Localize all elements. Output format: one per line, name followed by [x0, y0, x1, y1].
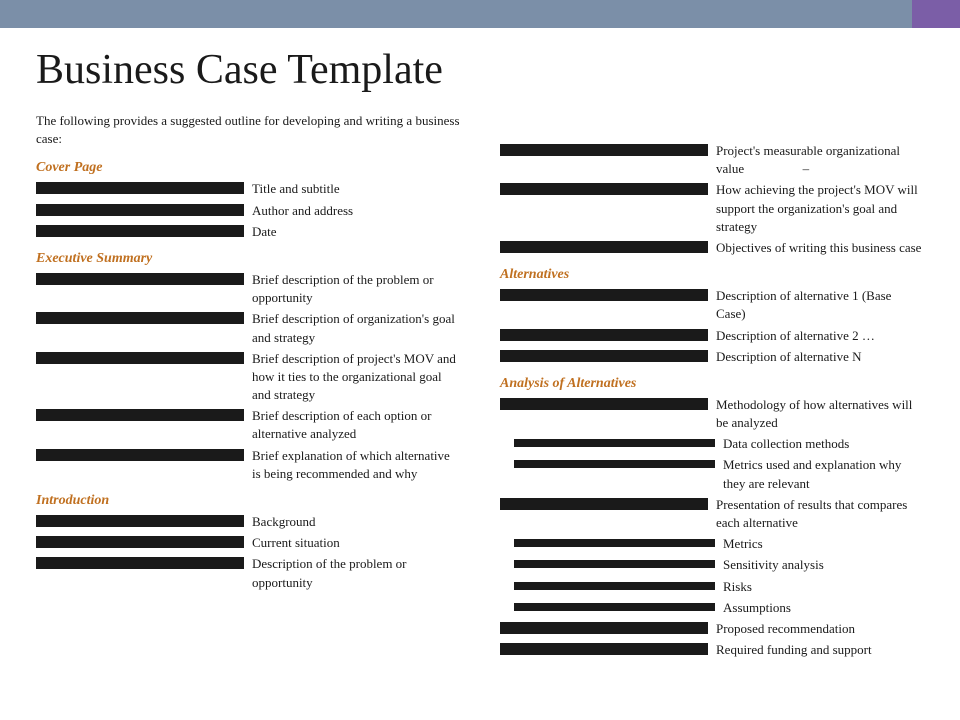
- section-introduction: Introduction Background Current situatio…: [36, 493, 460, 592]
- list-item: Brief description of the problem or oppo…: [36, 271, 460, 307]
- bullet-icon: [36, 352, 244, 364]
- cover-page-list: Title and subtitle Author and address Da…: [36, 180, 460, 241]
- bullet-icon: [500, 643, 708, 655]
- list-item: How achieving the project's MOV will sup…: [500, 181, 924, 236]
- bullet-icon-small: [514, 539, 715, 547]
- introduction-list: Background Current situation Description…: [36, 513, 460, 592]
- list-item: Description of alternative 1 (Base Case): [500, 287, 924, 323]
- heading-alternatives: Alternatives: [500, 267, 924, 283]
- bullet-icon: [36, 409, 244, 421]
- list-item: Proposed recommendation: [500, 620, 924, 638]
- top-bar: [0, 0, 960, 28]
- bullet-icon: [500, 622, 708, 634]
- bullet-icon: [36, 225, 244, 237]
- right-column: Project's measurable organizational valu…: [500, 112, 924, 667]
- bullet-icon: [500, 329, 708, 341]
- two-column-layout: The following provides a suggested outli…: [36, 112, 924, 667]
- bullet-icon: [500, 498, 708, 510]
- top-bar-accent: [912, 0, 960, 28]
- list-item: Brief explanation of which alternative i…: [36, 447, 460, 483]
- list-item-sub: Risks: [500, 578, 924, 596]
- list-item-sub: Sensitivity analysis: [500, 556, 924, 574]
- heading-executive-summary: Executive Summary: [36, 251, 460, 267]
- left-column: The following provides a suggested outli…: [36, 112, 460, 667]
- list-item: Brief description of each option or alte…: [36, 407, 460, 443]
- list-item: Required funding and support: [500, 641, 924, 659]
- heading-cover-page: Cover Page: [36, 160, 460, 176]
- section-mov: Project's measurable organizational valu…: [500, 142, 924, 257]
- list-item: Methodology of how alternatives will be …: [500, 396, 924, 432]
- bullet-icon: [36, 182, 244, 194]
- bullet-icon: [500, 289, 708, 301]
- alternatives-list: Description of alternative 1 (Base Case)…: [500, 287, 924, 366]
- list-item: Author and address: [36, 202, 460, 220]
- list-item: Title and subtitle: [36, 180, 460, 198]
- heading-analysis: Analysis of Alternatives: [500, 376, 924, 392]
- bullet-icon: [36, 449, 244, 461]
- list-item: Background: [36, 513, 460, 531]
- bullet-icon: [36, 204, 244, 216]
- bullet-icon: [36, 273, 244, 285]
- bullet-icon: [500, 398, 708, 410]
- list-item: Brief description of organization's goal…: [36, 310, 460, 346]
- bullet-icon: [500, 241, 708, 253]
- bullet-icon: [500, 350, 708, 362]
- bullet-icon-small: [514, 603, 715, 611]
- bullet-icon: [36, 515, 244, 527]
- bullet-icon: [500, 144, 708, 156]
- list-item-sub: Assumptions: [500, 599, 924, 617]
- executive-summary-list: Brief description of the problem or oppo…: [36, 271, 460, 483]
- list-item-sub: Metrics: [500, 535, 924, 553]
- bullet-icon-small: [514, 560, 715, 568]
- page-title: Business Case Template: [36, 46, 924, 94]
- list-item: Project's measurable organizational valu…: [500, 142, 924, 178]
- bullet-icon: [36, 536, 244, 548]
- list-item: Brief description of project's MOV and h…: [36, 350, 460, 405]
- intro-text: The following provides a suggested outli…: [36, 112, 460, 148]
- list-item: Objectives of writing this business case: [500, 239, 924, 257]
- bullet-icon-small: [514, 439, 715, 447]
- bullet-icon-small: [514, 460, 715, 468]
- section-executive-summary: Executive Summary Brief description of t…: [36, 251, 460, 483]
- list-item: Date: [36, 223, 460, 241]
- list-item-sub: Metrics used and explanation why they ar…: [500, 456, 924, 492]
- bullet-icon: [36, 312, 244, 324]
- section-alternatives: Alternatives Description of alternative …: [500, 267, 924, 366]
- list-item: Current situation: [36, 534, 460, 552]
- list-item: Description of alternative N: [500, 348, 924, 366]
- section-analysis: Analysis of Alternatives Methodology of …: [500, 376, 924, 659]
- analysis-list: Methodology of how alternatives will be …: [500, 396, 924, 659]
- bullet-icon: [500, 183, 708, 195]
- list-item-sub: Data collection methods: [500, 435, 924, 453]
- section-cover-page: Cover Page Title and subtitle Author and…: [36, 160, 460, 241]
- bullet-icon: [36, 557, 244, 569]
- mov-list: Project's measurable organizational valu…: [500, 142, 924, 257]
- list-item: Description of alternative 2 …: [500, 327, 924, 345]
- bullet-icon-small: [514, 582, 715, 590]
- list-item: Description of the problem or opportunit…: [36, 555, 460, 591]
- list-item: Presentation of results that compares ea…: [500, 496, 924, 532]
- heading-introduction: Introduction: [36, 493, 460, 509]
- content-area: Business Case Template The following pro…: [0, 28, 960, 685]
